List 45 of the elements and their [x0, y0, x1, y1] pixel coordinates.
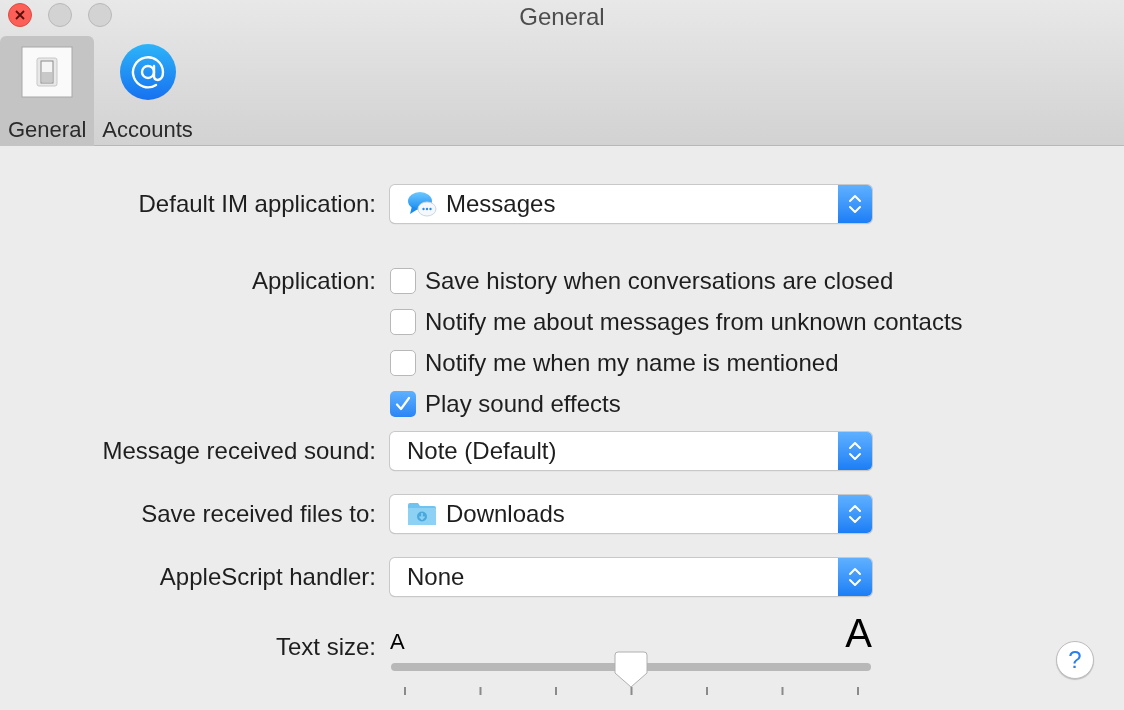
- checkbox-option[interactable]: Play sound effects: [390, 383, 963, 424]
- popup-menu[interactable]: Messages: [390, 185, 872, 223]
- popup-value: None: [407, 562, 465, 592]
- speech-bubble-icon: [407, 190, 437, 218]
- slider-thumb[interactable]: [614, 651, 648, 689]
- row-label: AppleScript handler:: [159, 562, 376, 592]
- large-a-label: A: [845, 613, 872, 653]
- popup-value: Note (Default): [407, 436, 557, 466]
- close-icon: [14, 9, 26, 21]
- chevrons-icon: [848, 502, 862, 526]
- toolbar-tab[interactable]: General: [0, 36, 95, 146]
- checkbox[interactable]: [390, 390, 416, 417]
- at-sign-icon: [118, 42, 177, 101]
- checkbox-label: Play sound effects: [425, 388, 621, 419]
- row-label: Application:: [251, 265, 376, 296]
- toolbar-tab[interactable]: Accounts: [94, 36, 201, 146]
- checkbox-option[interactable]: Notify me about messages from unknown contacts: [390, 301, 963, 342]
- chevrons-icon: [848, 192, 862, 216]
- window-title: General: [519, 1, 605, 32]
- help-button[interactable]: ?: [1056, 641, 1094, 679]
- checkmark-icon: [394, 394, 412, 413]
- checkbox-label: Save history when conversations are closed: [425, 265, 894, 296]
- checkbox-option[interactable]: Notify me when my name is mentioned: [390, 342, 963, 383]
- popup-value: Messages: [446, 189, 556, 219]
- popup-menu[interactable]: None: [390, 558, 872, 596]
- row-label: Save received files to:: [141, 499, 376, 529]
- popup-menu[interactable]: Downloads: [390, 495, 872, 533]
- slider[interactable]: [390, 651, 872, 689]
- chevrons-icon: [848, 439, 862, 463]
- checkbox-label: Notify me about messages from unknown contacts: [425, 306, 963, 337]
- close-button[interactable]: [8, 3, 32, 27]
- switch-icon: [21, 45, 74, 98]
- row-label: Message received sound:: [102, 436, 376, 466]
- download-folder-icon: [407, 502, 437, 526]
- popup-menu[interactable]: Note (Default): [390, 432, 872, 470]
- checkbox[interactable]: [390, 349, 416, 376]
- checkbox-label: Notify me when my name is mentioned: [425, 347, 839, 378]
- row-label: Default IM application:: [138, 189, 376, 219]
- checkbox[interactable]: [390, 267, 416, 294]
- popup-value: Downloads: [446, 499, 565, 529]
- small-a-label: A: [390, 631, 405, 653]
- chevrons-icon: [848, 565, 862, 589]
- row-label: Text size:: [275, 632, 376, 662]
- checkbox[interactable]: [390, 308, 416, 335]
- checkbox-option[interactable]: Save history when conversations are closed: [390, 260, 963, 301]
